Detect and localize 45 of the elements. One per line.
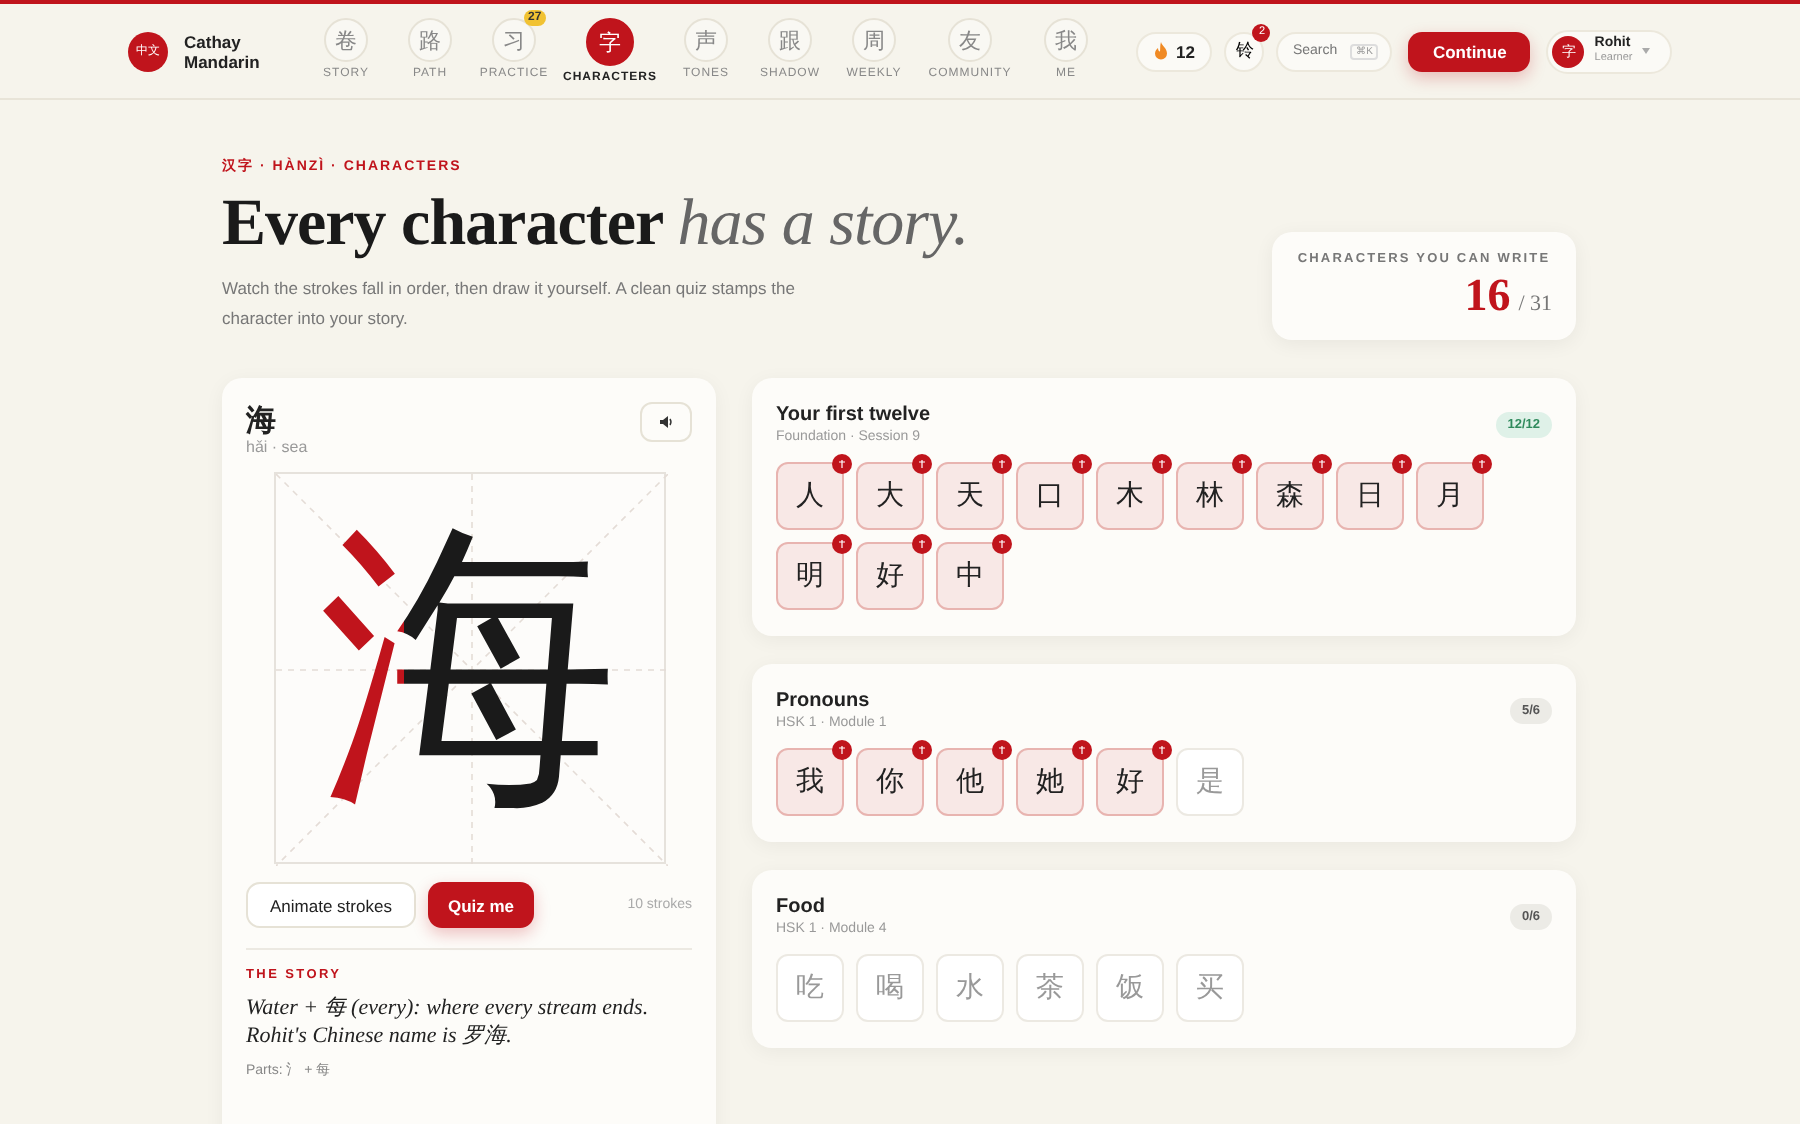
- stamp-icon: [1232, 454, 1252, 474]
- stamp-icon: [992, 534, 1012, 554]
- animate-button[interactable]: Animate strokes: [246, 882, 416, 928]
- stamp-icon: [832, 454, 852, 474]
- nav-glyph: 友: [948, 18, 992, 62]
- stamp-icon: [832, 740, 852, 760]
- stamp-icon: [992, 454, 1012, 474]
- deck-title: Your first twelve: [776, 404, 931, 426]
- stamp-icon: [912, 454, 932, 474]
- deck-title: Pronouns: [776, 690, 872, 712]
- nav-glyph: 我: [1044, 18, 1088, 62]
- nav-glyph: 卷: [324, 18, 368, 62]
- stamp-icon: [992, 740, 1012, 760]
- nav-glyph: 跟: [768, 18, 812, 62]
- stat-total: / 31: [1518, 292, 1552, 316]
- stamp-icon: [912, 534, 932, 554]
- stamp-icon: [1152, 454, 1172, 474]
- nav-glyph: 声: [684, 18, 728, 62]
- story-text: Water + 每 (every): where every stream ends. Rohit's Chinese name is 罗海.: [246, 994, 651, 1050]
- page-title: Every character has a story.: [222, 188, 969, 262]
- pinyin-meaning: hǎi · sea: [246, 438, 308, 456]
- stamp-icon: [912, 740, 932, 760]
- stamp-icon: [1072, 740, 1092, 760]
- streak-pill: 12: [1136, 31, 1213, 71]
- continue-button[interactable]: Continue: [1408, 31, 1531, 71]
- nav-glyph: 字: [586, 18, 634, 66]
- stamp-icon: [1312, 454, 1332, 474]
- stamp-icon: [1472, 454, 1492, 474]
- stamp-icon: [1072, 454, 1092, 474]
- sound-button[interactable]: [640, 402, 692, 442]
- nav-glyph: 路: [408, 18, 452, 62]
- nav-glyph: 周: [852, 18, 896, 62]
- stamp-icon: [1152, 740, 1172, 760]
- nav-glyph: 习: [492, 18, 536, 62]
- stamp-icon: [1392, 454, 1412, 474]
- caret-icon: [1642, 48, 1651, 54]
- page-subtitle: Watch the strokes fall in order, then draw it yourself. A clean quiz stamps the character into your story.: [222, 276, 797, 332]
- character-title: 海: [246, 402, 278, 438]
- stat-value: 16: [1464, 270, 1511, 322]
- brand-name: Cathay Mandarin: [184, 31, 262, 71]
- stamp-icon: [832, 534, 852, 554]
- speaker-icon: [659, 416, 673, 428]
- deck-title: Food: [776, 896, 827, 918]
- flame-icon: [1154, 42, 1168, 60]
- quiz-button[interactable]: Quiz me: [427, 882, 535, 928]
